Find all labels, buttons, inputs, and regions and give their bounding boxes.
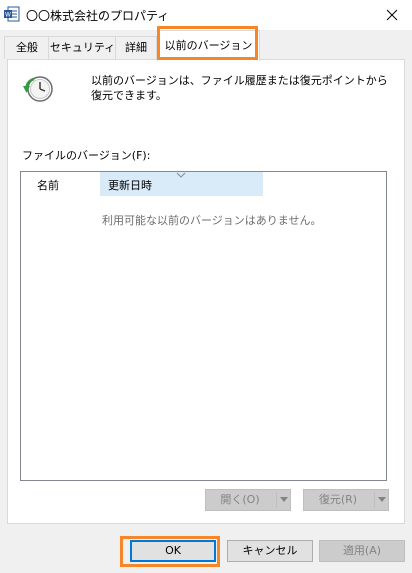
restore-button-label: 復元(R) — [318, 493, 358, 506]
ok-button[interactable]: OK — [130, 540, 216, 562]
window-title: 〇〇株式会社のプロパティ — [26, 9, 170, 23]
tab-general[interactable]: 全般 — [4, 36, 50, 59]
open-button-label: 開く(O) — [220, 493, 260, 506]
file-versions-label: ファイルのバージョン(F): — [22, 149, 151, 162]
close-button[interactable] — [374, 1, 410, 29]
empty-list-message: 利用可能な以前のバージョンはありません。 — [102, 214, 322, 227]
restore-split-button[interactable]: 復元(R) — [303, 489, 389, 511]
cancel-button[interactable]: キャンセル — [227, 540, 313, 562]
chevron-down-icon — [280, 497, 288, 502]
title-bar: W 〇〇株式会社のプロパティ — [0, 0, 412, 30]
tab-previous-versions[interactable]: 以前のバージョン — [157, 30, 260, 61]
word-document-icon: W — [4, 6, 20, 22]
previous-versions-description: 以前のバージョンは、ファイル履歴または復元ポイントから復元できます。 — [91, 74, 388, 102]
tab-details[interactable]: 詳細 — [115, 36, 157, 59]
apply-button[interactable]: 適用(A) — [319, 540, 405, 562]
chevron-down-icon — [378, 497, 386, 502]
column-header-name[interactable]: 名前 — [37, 177, 59, 193]
column-header-date-label: 更新日時 — [108, 179, 152, 192]
open-split-button[interactable]: 開く(O) — [205, 489, 291, 511]
sort-descending-icon — [176, 172, 186, 178]
clock-restore-icon — [23, 76, 53, 102]
close-icon — [386, 9, 398, 21]
tab-security[interactable]: セキュリティ — [48, 36, 117, 59]
svg-text:W: W — [5, 12, 11, 19]
